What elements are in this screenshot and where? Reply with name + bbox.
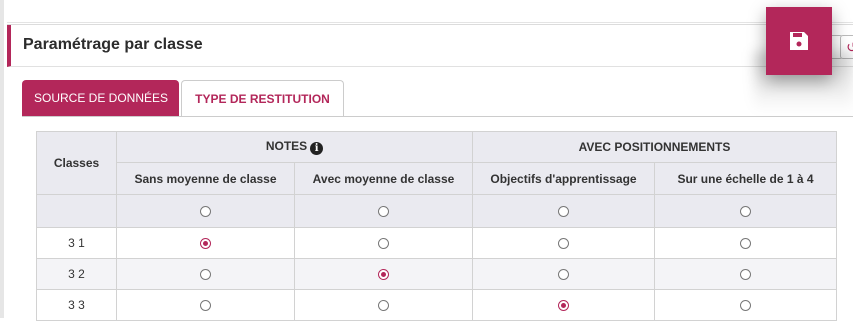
table-cell [294, 227, 473, 259]
table-cell [116, 258, 295, 290]
table-cell [294, 258, 473, 290]
select-all-cell [294, 194, 473, 228]
table-cell [472, 258, 655, 290]
column-header-sans-moyenne: Sans moyenne de classe [116, 162, 295, 195]
table-cell [294, 289, 473, 321]
table-row: 3 2 [36, 258, 837, 290]
select-all-radio[interactable] [378, 206, 389, 218]
class-label: 3 1 [36, 227, 117, 259]
select-all-radio[interactable] [200, 206, 211, 218]
floppy-disk-icon [790, 32, 808, 50]
classes-header: Classes [36, 131, 117, 195]
select-all-cell [472, 194, 655, 228]
tab-type-de-restitution[interactable]: TYPE DE RESTITUTION [181, 80, 344, 116]
radio-option[interactable] [378, 300, 389, 312]
table-cell [116, 227, 295, 259]
radio-option[interactable] [200, 269, 211, 281]
select-all-cell [116, 194, 295, 228]
column-header-echelle: Sur une échelle de 1 à 4 [654, 162, 837, 195]
column-header-avec-moyenne: Avec moyenne de classe [294, 162, 473, 195]
select-all-label [36, 194, 117, 228]
positionnements-group-header: AVEC POSITIONNEMENTS [472, 131, 837, 163]
table-cell [472, 227, 655, 259]
select-all-radio[interactable] [558, 206, 569, 218]
info-icon[interactable]: i [310, 142, 324, 155]
radio-option[interactable] [200, 238, 211, 250]
table-row: 3 3 [36, 289, 837, 321]
radio-option[interactable] [558, 300, 569, 312]
save-button[interactable] [766, 7, 832, 75]
table-cell [654, 227, 837, 259]
table-row: 3 1 [36, 227, 837, 259]
radio-option[interactable] [740, 300, 751, 312]
left-edge [0, 0, 4, 318]
radio-option[interactable] [558, 238, 569, 250]
notes-group-header: NOTES i [116, 131, 473, 163]
select-all-row [36, 194, 837, 228]
top-strip [7, 0, 853, 23]
table-cell [654, 258, 837, 290]
radio-option[interactable] [200, 300, 211, 312]
radio-option[interactable] [558, 269, 569, 281]
column-header-objectifs: Objectifs d'apprentissage [472, 162, 655, 195]
table-cell [116, 289, 295, 321]
radio-option[interactable] [740, 269, 751, 281]
table-cell [472, 289, 655, 321]
class-label: 3 2 [36, 258, 117, 290]
panel-header: Paramétrage par classe ↺ [7, 25, 853, 67]
tab-divider [22, 116, 853, 117]
table-cell [654, 289, 837, 321]
notes-group-label: NOTES [265, 139, 308, 153]
panel-title: Paramétrage par classe [23, 36, 203, 53]
radio-option[interactable] [378, 238, 389, 250]
radio-option[interactable] [378, 269, 389, 281]
select-all-radio[interactable] [740, 206, 751, 218]
radio-option[interactable] [740, 238, 751, 250]
class-label: 3 3 [36, 289, 117, 321]
tab-source-de-donnees[interactable]: SOURCE DE DONNÉES [22, 80, 179, 116]
select-all-cell [654, 194, 837, 228]
restitution-table: Classes NOTES i AVEC POSITIONNEMENTS Sans… [36, 131, 837, 321]
